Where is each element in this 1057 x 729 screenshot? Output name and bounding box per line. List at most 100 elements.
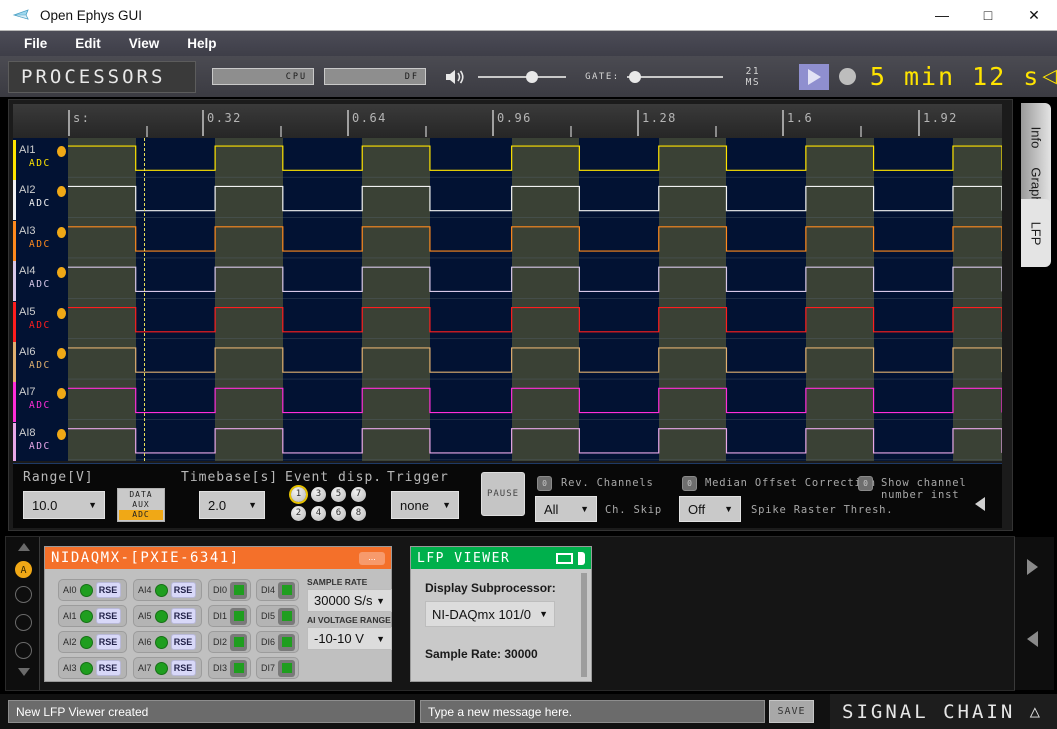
gate-slider-knob[interactable] bbox=[628, 70, 641, 83]
ai-2-mode-button[interactable]: RSE bbox=[95, 634, 121, 650]
pin-icon[interactable] bbox=[578, 551, 585, 565]
di-channel-0[interactable]: DI0 bbox=[208, 579, 251, 601]
ch-skip-select[interactable]: All ▼ bbox=[535, 496, 597, 522]
di-2-led-icon[interactable] bbox=[230, 633, 248, 651]
median-offset-toggle[interactable]: 0 bbox=[682, 476, 697, 491]
gate-slider[interactable] bbox=[626, 67, 723, 87]
scroll-left-icon[interactable] bbox=[1027, 631, 1038, 647]
event-button-5[interactable]: 5 bbox=[331, 487, 346, 502]
play-button[interactable] bbox=[799, 63, 830, 90]
di-1-led-icon[interactable] bbox=[230, 607, 248, 625]
timer-collapse-icon[interactable]: ◁ bbox=[1042, 65, 1057, 88]
di-3-led-icon[interactable] bbox=[230, 659, 248, 677]
ai-1-led-icon[interactable] bbox=[79, 609, 93, 623]
ai-6-led-icon[interactable] bbox=[154, 635, 168, 649]
event-button-7[interactable]: 7 bbox=[351, 487, 366, 502]
di-6-led-icon[interactable] bbox=[278, 633, 296, 651]
ai-5-led-icon[interactable] bbox=[154, 609, 168, 623]
adc-button[interactable]: ADC bbox=[119, 510, 163, 520]
event-button-3[interactable]: 3 bbox=[311, 487, 326, 502]
sample-rate-select[interactable]: 30000 S/s ▼ bbox=[307, 589, 392, 612]
ai-7-led-icon[interactable] bbox=[154, 661, 168, 675]
scroll-right-icon[interactable] bbox=[1027, 559, 1038, 575]
channel-enable-dot[interactable] bbox=[57, 388, 66, 400]
maximize-button[interactable]: □ bbox=[965, 0, 1011, 31]
nidaqmx-processor-node[interactable]: NIDAQMX-[PXIE-6341] ... AI0 RSE AI1 RSE … bbox=[44, 546, 392, 682]
ai-channel-3[interactable]: AI3 RSE bbox=[58, 657, 127, 679]
di-0-led-icon[interactable] bbox=[230, 581, 248, 599]
ai-1-mode-button[interactable]: RSE bbox=[95, 608, 121, 624]
event-button-4[interactable]: 4 bbox=[311, 506, 326, 521]
show-channel-number-toggle[interactable]: 0 bbox=[858, 476, 873, 491]
data-aux-adc-selector[interactable]: DATA AUX ADC bbox=[117, 488, 165, 522]
ai-6-mode-button[interactable]: RSE bbox=[170, 634, 196, 650]
di-channel-2[interactable]: DI2 bbox=[208, 631, 251, 653]
options-collapse-icon[interactable] bbox=[975, 497, 985, 511]
ai-0-mode-button[interactable]: RSE bbox=[95, 582, 121, 598]
channel-enable-dot[interactable] bbox=[57, 347, 66, 359]
di-channel-3[interactable]: DI3 bbox=[208, 657, 251, 679]
event-button-1[interactable]: 1 bbox=[291, 487, 306, 502]
di-channel-6[interactable]: DI6 bbox=[256, 631, 299, 653]
rev-channels-toggle[interactable]: 0 bbox=[537, 476, 552, 491]
ai-channel-4[interactable]: AI4 RSE bbox=[133, 579, 202, 601]
ai-channel-7[interactable]: AI7 RSE bbox=[133, 657, 202, 679]
data-button[interactable]: DATA bbox=[119, 490, 163, 500]
voltage-range-select[interactable]: -10-10 V ▼ bbox=[307, 627, 392, 650]
nidaqmx-menu-button[interactable]: ... bbox=[359, 551, 385, 565]
ai-3-mode-button[interactable]: RSE bbox=[95, 660, 121, 676]
message-input[interactable]: Type a new message here. bbox=[420, 700, 765, 723]
ai-channel-0[interactable]: AI0 RSE bbox=[58, 579, 127, 601]
volume-slider[interactable] bbox=[478, 67, 567, 87]
ai-channel-2[interactable]: AI2 RSE bbox=[58, 631, 127, 653]
pause-button[interactable]: PAUSE bbox=[481, 472, 525, 516]
rail-slot-4[interactable] bbox=[15, 642, 32, 659]
lfp-viewer-node[interactable]: LFP VIEWER Display Subprocessor: NI-DAQm… bbox=[410, 546, 592, 682]
event-button-2[interactable]: 2 bbox=[291, 506, 306, 521]
menu-edit[interactable]: Edit bbox=[61, 36, 115, 51]
scroll-down-icon[interactable] bbox=[18, 668, 30, 676]
ai-0-led-icon[interactable] bbox=[79, 583, 93, 597]
display-subprocessor-select[interactable]: NI-DAQmx 101/0 ▼ bbox=[425, 601, 555, 627]
di-channel-1[interactable]: DI1 bbox=[208, 605, 251, 627]
ai-5-mode-button[interactable]: RSE bbox=[170, 608, 196, 624]
trigger-select[interactable]: none ▼ bbox=[391, 491, 459, 519]
event-button-8[interactable]: 8 bbox=[351, 506, 366, 521]
menu-view[interactable]: View bbox=[115, 36, 174, 51]
channel-enable-dot[interactable] bbox=[57, 186, 66, 198]
ai-4-led-icon[interactable] bbox=[154, 583, 168, 597]
event-button-6[interactable]: 6 bbox=[331, 506, 346, 521]
channel-enable-dot[interactable] bbox=[57, 428, 66, 440]
di-channel-5[interactable]: DI5 bbox=[256, 605, 299, 627]
tab-lfp[interactable]: LFP bbox=[1021, 199, 1051, 267]
rail-slot-2[interactable] bbox=[15, 586, 32, 603]
signal-chain-collapse-icon[interactable]: △ bbox=[1030, 702, 1043, 722]
ai-7-mode-button[interactable]: RSE bbox=[170, 660, 196, 676]
timebase-select[interactable]: 2.0 ▼ bbox=[199, 491, 265, 519]
close-button[interactable]: ✕ bbox=[1011, 0, 1057, 31]
aux-button[interactable]: AUX bbox=[119, 500, 163, 510]
ai-channel-1[interactable]: AI1 RSE bbox=[58, 605, 127, 627]
di-5-led-icon[interactable] bbox=[278, 607, 296, 625]
di-4-led-icon[interactable] bbox=[278, 581, 296, 599]
di-7-led-icon[interactable] bbox=[278, 659, 296, 677]
scroll-up-icon[interactable] bbox=[18, 543, 30, 551]
lfp-node-scrollbar[interactable] bbox=[581, 573, 587, 677]
channel-enable-dot[interactable] bbox=[57, 267, 66, 279]
ai-channel-6[interactable]: AI6 RSE bbox=[133, 631, 202, 653]
menu-file[interactable]: File bbox=[10, 36, 61, 51]
save-button[interactable]: SAVE bbox=[769, 700, 814, 723]
record-button[interactable] bbox=[839, 68, 856, 85]
window-icon[interactable] bbox=[556, 552, 573, 564]
channel-enable-dot[interactable] bbox=[57, 226, 66, 238]
spike-raster-select[interactable]: Off ▼ bbox=[679, 496, 741, 522]
channel-enable-dot[interactable] bbox=[57, 307, 66, 319]
volume-slider-knob[interactable] bbox=[526, 70, 539, 83]
rail-slot-3[interactable] bbox=[15, 614, 32, 631]
ai-2-led-icon[interactable] bbox=[79, 635, 93, 649]
speaker-icon[interactable] bbox=[444, 67, 466, 87]
ai-3-led-icon[interactable] bbox=[79, 661, 93, 675]
channel-enable-dot[interactable] bbox=[57, 146, 66, 157]
range-select[interactable]: 10.0 ▼ bbox=[23, 491, 105, 519]
di-channel-7[interactable]: DI7 bbox=[256, 657, 299, 679]
